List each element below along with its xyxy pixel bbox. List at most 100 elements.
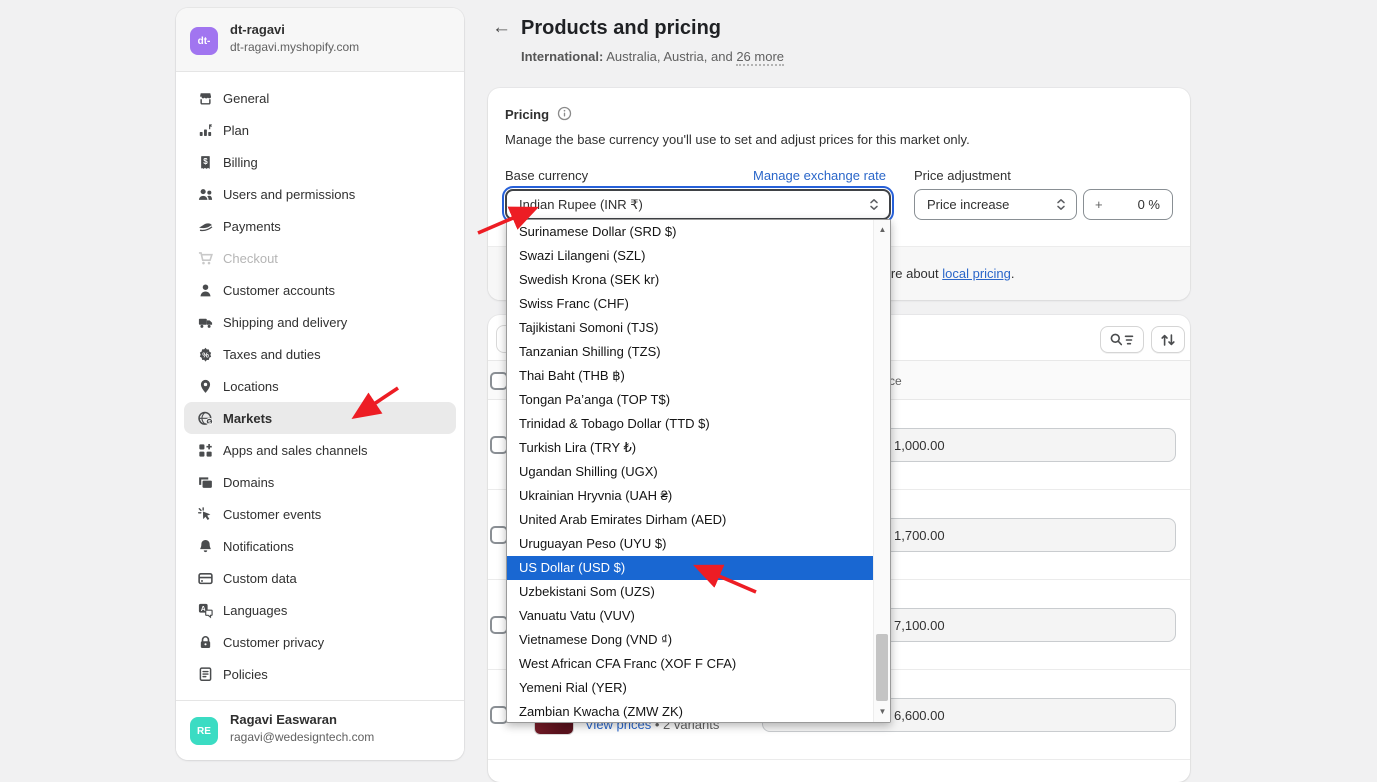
user-name: Ragavi Easwaran	[230, 712, 337, 727]
scroll-up-icon[interactable]: ▲	[874, 222, 891, 238]
svg-text:$: $	[208, 419, 211, 425]
currency-option-surinamese-dollar-srd[interactable]: Surinamese Dollar (SRD $)	[507, 220, 873, 244]
base-currency-value: Indian Rupee (INR ₹)	[507, 197, 868, 213]
sidebar-item-label: Markets	[223, 411, 272, 426]
store-domain: dt-ragavi.myshopify.com	[230, 40, 359, 54]
market-more-link[interactable]: 26 more	[736, 49, 784, 66]
sidebar-item-checkout: Checkout	[184, 242, 456, 274]
store-avatar: dt-	[190, 27, 218, 55]
price-adjustment-select[interactable]: Price increase	[914, 189, 1077, 220]
taxes-icon: %	[196, 345, 214, 363]
info-icon[interactable]	[557, 106, 572, 126]
price-adjustment-label: Price adjustment	[914, 168, 1011, 183]
sidebar-item-markets[interactable]: $ Markets	[184, 402, 456, 434]
search-filter-button[interactable]	[1100, 326, 1144, 353]
local-pricing-link[interactable]: local pricing	[942, 266, 1011, 281]
currency-option-tanzanian-shilling-tzs[interactable]: Tanzanian Shilling (TZS)	[507, 340, 873, 364]
currency-option-uruguayan-peso-uyu[interactable]: Uruguayan Peso (UYU $)	[507, 532, 873, 556]
sidebar-item-shipping-and-delivery[interactable]: Shipping and delivery	[184, 306, 456, 338]
dropdown-scrollbar[interactable]: ▲ ▼	[873, 220, 890, 722]
scrollbar-thumb[interactable]	[876, 634, 888, 701]
currency-option-ugandan-shilling-ugx[interactable]: Ugandan Shilling (UGX)	[507, 460, 873, 484]
sidebar-item-plan[interactable]: Plan	[184, 114, 456, 146]
currency-option-vietnamese-dong-vnd[interactable]: Vietnamese Dong (VND ₫)	[507, 628, 873, 652]
sidebar-item-customer-accounts[interactable]: Customer accounts	[184, 274, 456, 306]
base-currency-select[interactable]: Indian Rupee (INR ₹)	[505, 189, 891, 220]
users-icon	[196, 185, 214, 203]
bell-icon	[196, 537, 214, 555]
currency-option-swazi-lilangeni-szl[interactable]: Swazi Lilangeni (SZL)	[507, 244, 873, 268]
sidebar-item-label: General	[223, 91, 269, 106]
currency-dropdown: Surinamese Dollar (SRD $)Swazi Lilangeni…	[506, 219, 891, 723]
note-period: .	[1011, 266, 1015, 281]
currency-option-thai-baht-thb[interactable]: Thai Baht (THB ฿)	[507, 364, 873, 388]
policies-icon	[196, 665, 214, 683]
chevron-updown-icon	[1055, 197, 1067, 212]
adjustment-percent-input[interactable]: + 0 %	[1083, 189, 1173, 220]
sidebar-item-notifications[interactable]: Notifications	[184, 530, 456, 562]
store-name: dt-ragavi	[230, 22, 285, 37]
sidebar-item-languages[interactable]: ALanguages	[184, 594, 456, 626]
sidebar-item-domains[interactable]: Domains	[184, 466, 456, 498]
sidebar-item-label: Notifications	[223, 539, 294, 554]
currency-option-vanuatu-vatu-vuv[interactable]: Vanuatu Vatu (VUV)	[507, 604, 873, 628]
sidebar-item-payments[interactable]: Payments	[184, 210, 456, 242]
sidebar-item-locations[interactable]: Locations	[184, 370, 456, 402]
sidebar-item-customer-privacy[interactable]: Customer privacy	[184, 626, 456, 658]
sidebar-item-policies[interactable]: Policies	[184, 658, 456, 690]
sidebar-item-label: Domains	[223, 475, 274, 490]
manage-exchange-rate-link[interactable]: Manage exchange rate	[753, 168, 886, 183]
currency-option-west-african-cfa-franc-xof-f-cfa[interactable]: West African CFA Franc (XOF F CFA)	[507, 652, 873, 676]
pricing-description: Manage the base currency you'll use to s…	[505, 132, 970, 147]
currency-option-united-arab-emirates-dirham-aed[interactable]: United Arab Emirates Dirham (AED)	[507, 508, 873, 532]
sidebar-item-taxes-and-duties[interactable]: % Taxes and duties	[184, 338, 456, 370]
back-arrow-icon[interactable]: ←	[492, 18, 511, 37]
currency-option-uzbekistani-som-uzs[interactable]: Uzbekistani Som (UZS)	[507, 580, 873, 604]
sidebar-item-users-and-permissions[interactable]: Users and permissions	[184, 178, 456, 210]
shopify-settings-page: dt- dt-ragavi dt-ragavi.myshopify.com Ge…	[0, 0, 1377, 782]
sidebar-item-customer-events[interactable]: Customer events	[184, 498, 456, 530]
cart-icon	[196, 249, 214, 267]
currency-option-yemeni-rial-yer[interactable]: Yemeni Rial (YER)	[507, 676, 873, 700]
languages-icon: A	[196, 601, 214, 619]
sidebar-item-label: Custom data	[223, 571, 297, 586]
plan-icon	[196, 121, 214, 139]
svg-text:$: $	[203, 157, 208, 166]
sidebar-item-apps-and-sales-channels[interactable]: Apps and sales channels	[184, 434, 456, 466]
scroll-down-icon[interactable]: ▼	[874, 704, 891, 720]
currency-option-turkish-lira-try[interactable]: Turkish Lira (TRY ₺)	[507, 436, 873, 460]
apps-icon	[196, 441, 214, 459]
truck-icon	[196, 313, 214, 331]
sidebar-item-general[interactable]: General	[184, 82, 456, 114]
store-icon	[196, 89, 214, 107]
sidebar-item-billing[interactable]: $Billing	[184, 146, 456, 178]
user-email: ragavi@wedesigntech.com	[230, 730, 374, 744]
currency-option-tajikistani-somoni-tjs[interactable]: Tajikistani Somoni (TJS)	[507, 316, 873, 340]
currency-options-list: Surinamese Dollar (SRD $)Swazi Lilangeni…	[507, 220, 873, 722]
sort-button[interactable]	[1151, 326, 1185, 353]
currency-option-swiss-franc-chf[interactable]: Swiss Franc (CHF)	[507, 292, 873, 316]
sidebar-item-label: Taxes and duties	[223, 347, 321, 362]
currency-option-us-dollar-usd[interactable]: US Dollar (USD $)	[507, 556, 873, 580]
sidebar-item-custom-data[interactable]: Custom data	[184, 562, 456, 594]
store-header[interactable]: dt- dt-ragavi dt-ragavi.myshopify.com	[176, 8, 464, 72]
sidebar-item-label: Payments	[223, 219, 281, 234]
sidebar-item-label: Checkout	[223, 251, 278, 266]
sidebar-item-label: Shipping and delivery	[223, 315, 347, 330]
settings-sidebar: dt- dt-ragavi dt-ragavi.myshopify.com Ge…	[176, 8, 464, 760]
domains-icon	[196, 473, 214, 491]
market-type-label: International:	[521, 49, 603, 64]
sidebar-item-label: Customer accounts	[223, 283, 335, 298]
currency-option-ukrainian-hryvnia-uah[interactable]: Ukrainian Hryvnia (UAH ₴)	[507, 484, 873, 508]
price-adjustment-value: Price increase	[915, 197, 1055, 212]
sidebar-item-label: Plan	[223, 123, 249, 138]
currency-option-swedish-krona-sek-kr[interactable]: Swedish Krona (SEK kr)	[507, 268, 873, 292]
currency-option-zambian-kwacha-zmw-zk[interactable]: Zambian Kwacha (ZMW ZK)	[507, 700, 873, 722]
currency-option-tongan-pa-anga-top-t[interactable]: Tongan Pa’anga (TOP T$)	[507, 388, 873, 412]
pin-icon	[196, 377, 214, 395]
chevron-updown-icon	[868, 197, 880, 212]
billing-icon: $	[196, 153, 214, 171]
currency-option-trinidad-tobago-dollar-ttd[interactable]: Trinidad & Tobago Dollar (TTD $)	[507, 412, 873, 436]
user-footer[interactable]: RE Ragavi Easwaran ragavi@wedesigntech.c…	[176, 700, 464, 760]
page-title: Products and pricing	[521, 17, 721, 40]
